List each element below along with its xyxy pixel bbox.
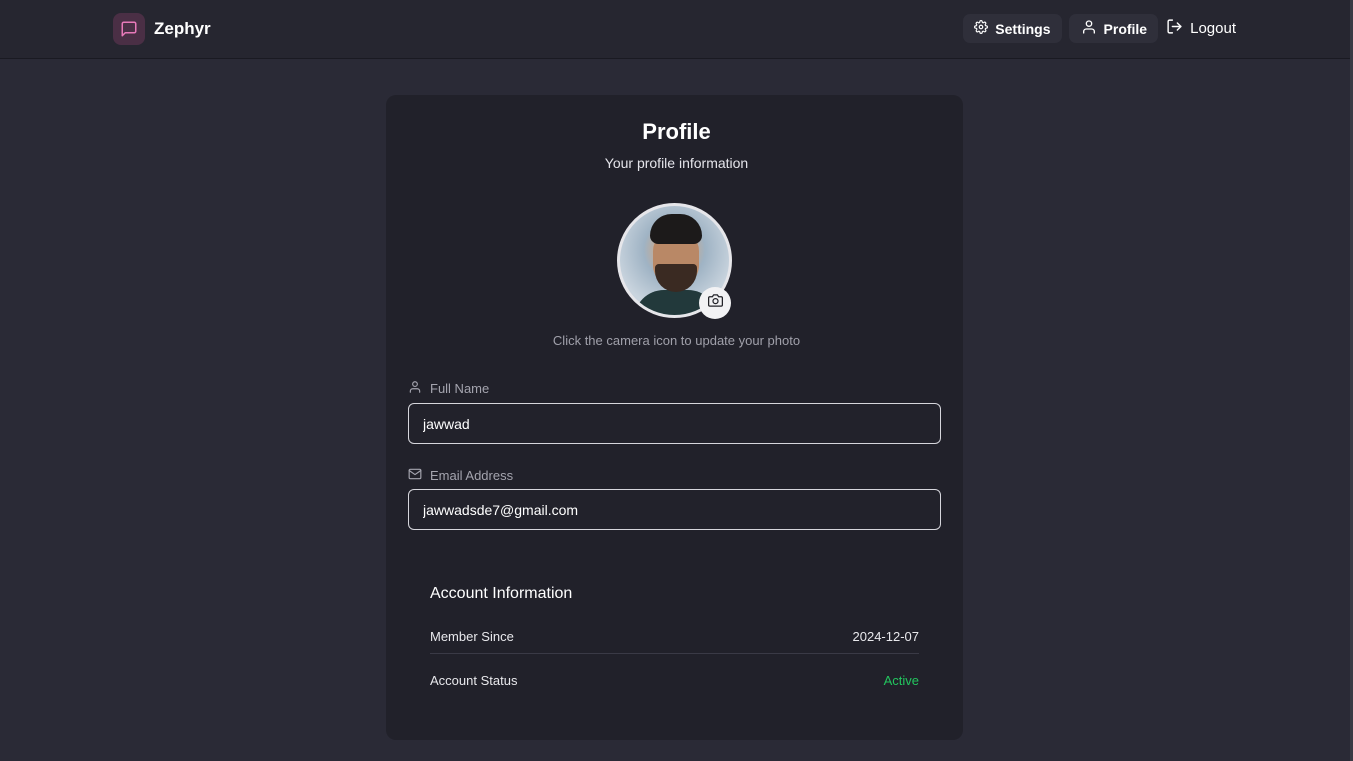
logout-button[interactable]: Logout <box>1158 14 1238 43</box>
gear-icon <box>974 20 995 37</box>
member-since-label: Member Since <box>430 629 514 644</box>
email-input[interactable] <box>408 489 941 530</box>
camera-button[interactable] <box>699 287 731 319</box>
email-label: Email Address <box>408 467 513 484</box>
full-name-label: Full Name <box>408 380 489 397</box>
status-badge: Active <box>883 673 919 688</box>
user-icon <box>408 380 430 397</box>
photo-hint: Click the camera icon to update your pho… <box>552 333 801 348</box>
settings-button[interactable]: Settings <box>963 14 1062 43</box>
logout-icon <box>1166 18 1190 39</box>
page-subtitle: Your profile information <box>604 155 749 171</box>
brand-name: Zephyr <box>154 19 211 38</box>
divider <box>430 653 919 654</box>
settings-label: Settings <box>995 20 1051 37</box>
camera-icon <box>707 293 723 313</box>
account-info-title: Account Information <box>430 585 573 602</box>
message-square-icon <box>113 13 145 45</box>
profile-label: Profile <box>1103 20 1148 37</box>
brand[interactable]: Zephyr <box>113 13 211 45</box>
navbar: Zephyr Settings Profile Logout <box>0 0 1353 59</box>
avatar-container <box>617 203 732 319</box>
member-since-row: Member Since 2024-12-07 <box>430 629 919 644</box>
account-status-row: Account Status Active <box>430 673 919 688</box>
user-icon <box>1081 19 1104 38</box>
page-title: Profile <box>642 119 711 144</box>
logout-label: Logout <box>1190 20 1236 37</box>
member-since-value: 2024-12-07 <box>852 629 920 644</box>
account-status-label: Account Status <box>430 673 518 688</box>
profile-button[interactable]: Profile <box>1068 14 1159 43</box>
mail-icon <box>408 467 430 484</box>
full-name-input[interactable] <box>408 403 941 444</box>
nav-actions: Settings Profile Logout <box>963 14 1238 43</box>
